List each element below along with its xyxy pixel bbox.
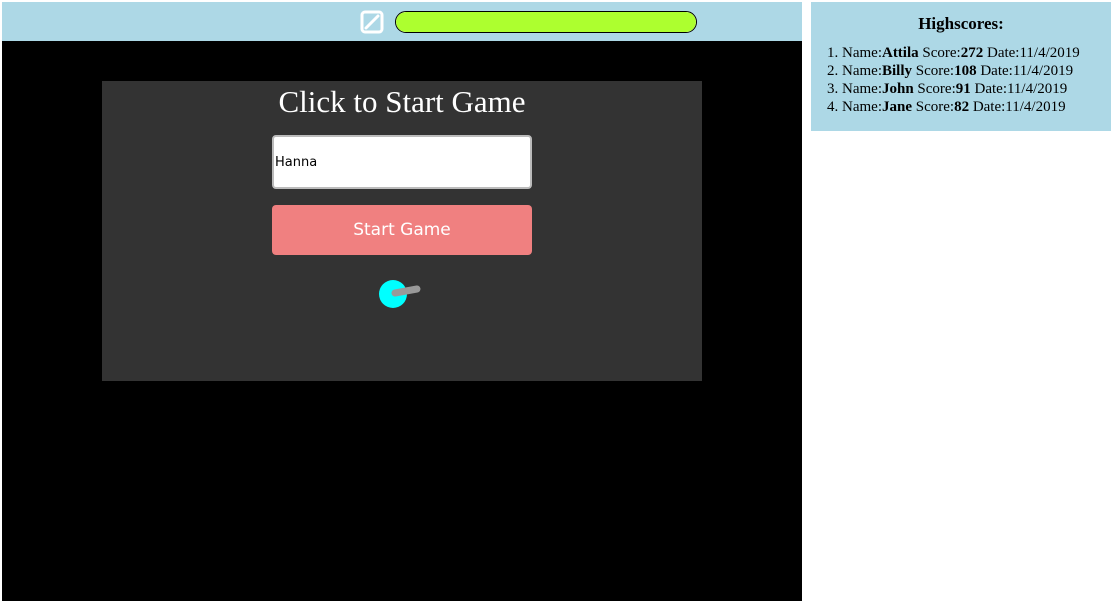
start-game-title[interactable]: Click to Start Game (102, 83, 702, 121)
date-value: 11/4/2019 (1005, 99, 1066, 115)
player-name: Jane (881, 99, 912, 115)
score-value: 108 (954, 63, 977, 79)
score-label: Score: (915, 99, 955, 115)
score-label: Score: (915, 63, 955, 79)
date-label: Date: (980, 63, 1013, 79)
health-bar (395, 11, 697, 33)
score-value: 272 (960, 45, 984, 61)
highscore-title: Highscores: (918, 14, 1004, 33)
mute-icon[interactable] (360, 10, 384, 34)
highscore-entry: Name:Jane Score:82 Date:11/4/2019 (842, 98, 1111, 116)
top-bar (2, 2, 802, 41)
score-value: 82 (954, 99, 970, 115)
date-label: Date: (974, 81, 1007, 97)
highscore-entry: Name:John Score:91 Date:11/4/2019 (842, 80, 1111, 98)
game-canvas[interactable]: Click to Start Game Start Game (2, 2, 802, 601)
highscore-entry: Name:Billy Score:108 Date:11/4/2019 (842, 62, 1111, 80)
start-menu: Click to Start Game Start Game (102, 81, 702, 381)
date-label: Date: (986, 45, 1020, 61)
start-game-button[interactable]: Start Game (272, 205, 532, 255)
player-name: Attila (881, 45, 919, 61)
score-value: 91 (955, 81, 971, 97)
date-label: Date: (972, 99, 1006, 115)
player-name: Billy (881, 63, 912, 79)
health-bar-fill (396, 12, 696, 32)
name-label: Name: (842, 99, 882, 115)
score-label: Score: (922, 45, 961, 61)
player-name-input[interactable] (272, 135, 532, 189)
highscore-entry: Name:Attila Score:272 Date:11/4/2019 (842, 44, 1111, 62)
date-value: 11/4/2019 (1012, 63, 1074, 79)
name-label: Name: (842, 63, 882, 79)
highscore-panel: Highscores: Name:Attila Score:272 Date:1… (811, 2, 1111, 131)
name-label: Name: (842, 81, 882, 97)
highscore-list: Name:Attila Score:272 Date:11/4/2019Name… (811, 44, 1111, 116)
score-label: Score: (917, 81, 956, 97)
player-sprite-icon (379, 280, 421, 308)
name-label: Name: (842, 45, 882, 61)
date-value: 11/4/2019 (1019, 45, 1080, 61)
date-value: 11/4/2019 (1006, 81, 1068, 97)
player-name: John (881, 81, 914, 97)
